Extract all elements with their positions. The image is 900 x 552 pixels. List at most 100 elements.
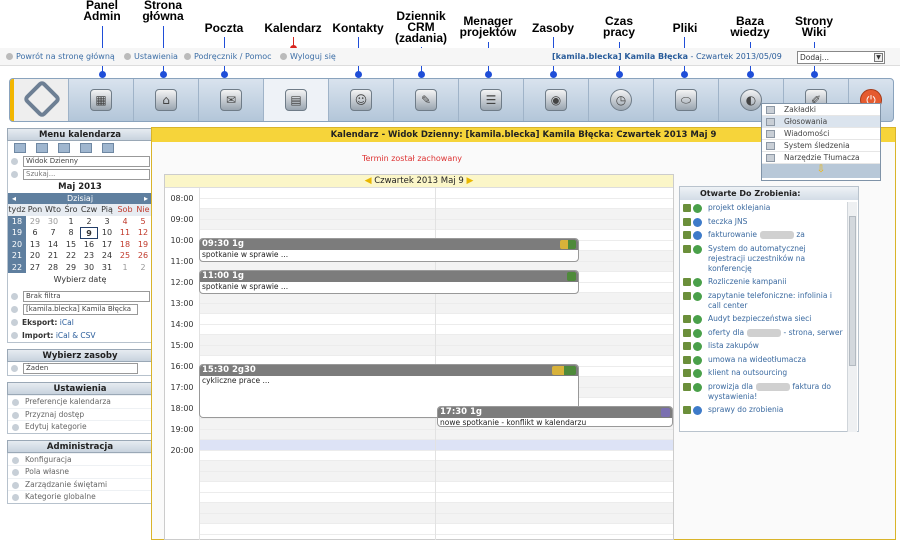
time-slot[interactable]	[199, 461, 673, 472]
event-4[interactable]: 17:30 1g nowe spotkanie - konflikt w kal…	[437, 406, 673, 427]
menu-item-messages[interactable]: Wiadomości	[762, 128, 880, 140]
logout-link[interactable]: Wyloguj się	[280, 52, 336, 61]
task-status-icon[interactable]	[683, 244, 705, 254]
calendar-day[interactable]: 25	[116, 250, 134, 262]
week-number[interactable]: 20	[8, 238, 26, 250]
calendar-day[interactable]: 12	[134, 227, 152, 239]
event-2[interactable]: 11:00 1g spotkanie w sprawie ...	[199, 270, 579, 294]
task-status-icon[interactable]	[683, 217, 705, 227]
calendar-day[interactable]: 9	[80, 227, 98, 239]
task-label[interactable]: zapytanie telefoniczne: infolinia i call…	[708, 291, 832, 310]
time-slot[interactable]	[199, 493, 673, 503]
calendar-day[interactable]: 28	[44, 262, 62, 274]
calendar-day[interactable]: 30	[44, 216, 62, 228]
app-logo[interactable]	[10, 79, 68, 121]
week-view-icon[interactable]	[58, 143, 70, 153]
next-month-button[interactable]: ▸	[144, 193, 148, 204]
today-link[interactable]: Dzisiaj	[67, 193, 93, 204]
prev-month-button[interactable]: ◂	[12, 193, 16, 204]
task-status-icon[interactable]	[683, 230, 705, 240]
calendar-day[interactable]: 29	[62, 262, 80, 274]
calendar-day[interactable]: 4	[116, 216, 134, 228]
time-slot[interactable]	[199, 440, 673, 451]
calendar-day[interactable]: 20	[26, 250, 44, 262]
export-link[interactable]: iCal	[60, 318, 74, 327]
filter-select[interactable]: Brak filtra	[23, 291, 150, 302]
task-label[interactable]: teczka JNS	[708, 217, 747, 226]
task-status-icon[interactable]	[683, 368, 705, 378]
task-item[interactable]: umowa na wideotłumacza	[683, 355, 845, 365]
task-label[interactable]: fakturowanie	[708, 230, 757, 239]
calendar-day[interactable]: 15	[62, 239, 80, 251]
time-slot[interactable]	[199, 345, 673, 356]
calendar-day[interactable]: 14	[44, 239, 62, 251]
calendar-day[interactable]: 10	[98, 227, 116, 239]
task-item[interactable]: prowizja dla faktura do wystawienia!	[683, 382, 845, 402]
task-status-icon[interactable]	[683, 382, 705, 392]
task-label[interactable]: Rozliczenie kampanii	[708, 277, 786, 286]
list-view-icon[interactable]	[102, 143, 114, 153]
task-status-icon[interactable]	[683, 355, 705, 365]
mail-button[interactable]: ✉	[198, 79, 263, 121]
time-slot[interactable]	[199, 429, 673, 440]
time-slot[interactable]	[199, 314, 673, 325]
calendar-day[interactable]: 18	[116, 239, 134, 251]
week-number[interactable]: 22	[8, 261, 26, 273]
time-slot[interactable]	[199, 303, 673, 314]
task-label[interactable]: System do automatycznej rejestracji ucze…	[708, 244, 806, 273]
worktime-button[interactable]: ◷	[588, 79, 653, 121]
new-event-icon[interactable]	[14, 143, 26, 153]
calendar-day[interactable]: 19	[134, 239, 152, 251]
calendar-preferences-link[interactable]: Preferencje kalendarza	[8, 395, 152, 408]
home-link[interactable]: Powrót na stronę główną	[6, 52, 115, 61]
calendar-day[interactable]: 2	[134, 262, 152, 274]
task-label[interactable]: prowizja dla	[708, 382, 753, 391]
edit-categories-link[interactable]: Edytuj kategorie	[8, 420, 152, 433]
search-input[interactable]: Szukaj...	[23, 169, 150, 180]
task-label[interactable]: Audyt bezpieczeństwa sieci	[708, 314, 811, 323]
task-label[interactable]: umowa na wideotłumacza	[708, 355, 806, 364]
calendar-button[interactable]: ▤	[263, 79, 328, 121]
time-slot[interactable]	[199, 524, 673, 535]
calendar-day[interactable]: 1	[116, 262, 134, 274]
admin-panel-button[interactable]: ▦	[68, 79, 133, 121]
custom-fields-link[interactable]: Pola własne	[8, 465, 152, 478]
calendar-day[interactable]: 30	[80, 262, 98, 274]
calendar-day[interactable]: 16	[80, 239, 98, 251]
calendar-day[interactable]: 5	[134, 216, 152, 228]
week-number[interactable]: 21	[8, 250, 26, 262]
time-slot[interactable]	[199, 513, 673, 524]
projects-button[interactable]: ☰	[458, 79, 523, 121]
task-item[interactable]: projekt oklejania	[683, 203, 845, 213]
calendar-day[interactable]: 17	[98, 239, 116, 251]
holidays-link[interactable]: Zarządzanie świętami	[8, 477, 152, 491]
time-slot[interactable]	[199, 209, 673, 220]
calendar-day[interactable]: 11	[116, 227, 134, 239]
calendar-day[interactable]: 6	[26, 227, 44, 239]
time-slot[interactable]	[199, 325, 673, 335]
task-status-icon[interactable]	[683, 314, 705, 324]
week-number[interactable]: 18	[8, 215, 26, 227]
menu-expand-icon[interactable]: ⇩	[762, 164, 880, 178]
menu-item-bookmarks[interactable]: Zakładki	[762, 104, 880, 116]
task-label[interactable]: projekt oklejania	[708, 203, 770, 212]
resources-button[interactable]: ◉	[523, 79, 588, 121]
event-1[interactable]: 09:30 1g spotkanie w sprawie ...	[199, 238, 579, 262]
task-item[interactable]: Audyt bezpieczeństwa sieci	[683, 314, 845, 324]
view-select[interactable]: Widok Dzienny	[23, 156, 150, 167]
home-button[interactable]: ⌂	[133, 79, 198, 121]
choose-date-link[interactable]: Wybierz datę	[8, 273, 152, 286]
time-slot[interactable]	[199, 188, 673, 199]
grant-access-link[interactable]: Przyznaj dostęp	[8, 407, 152, 421]
month-view-icon[interactable]	[80, 143, 92, 153]
next-day-button[interactable]: ▶	[467, 176, 474, 186]
add-select[interactable]: Dodaj... ▼	[797, 51, 885, 64]
import-icon[interactable]	[36, 143, 48, 153]
task-item[interactable]: sprawy do zrobienia	[683, 405, 845, 415]
time-slot[interactable]	[199, 503, 673, 514]
task-label[interactable]: klient na outsourcing	[708, 368, 787, 377]
task-item[interactable]: fakturowanie za	[683, 230, 845, 240]
calendar-day[interactable]: 29	[26, 216, 44, 228]
menu-item-tracker[interactable]: System śledzenia	[762, 140, 880, 152]
task-label[interactable]: oferty dla	[708, 328, 744, 337]
